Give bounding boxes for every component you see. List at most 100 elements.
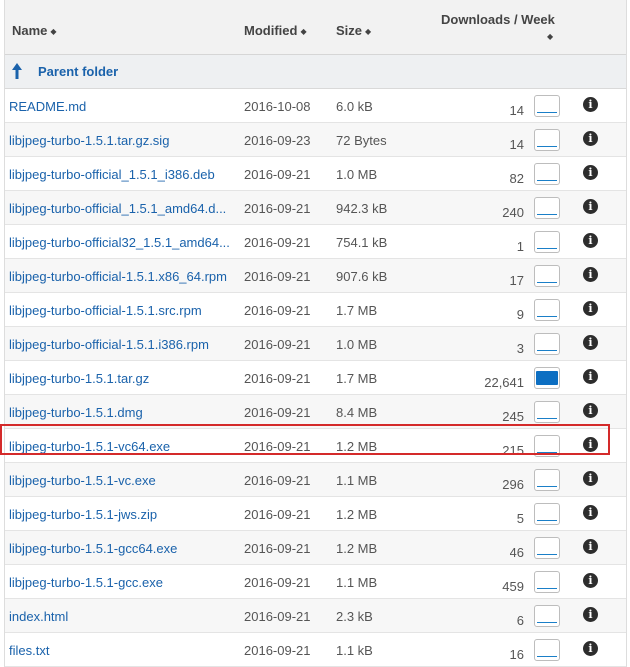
file-row: libjpeg-turbo-1.5.1.tar.gz.sig 2016-09-23…	[5, 123, 626, 157]
info-icon[interactable]: i	[583, 539, 598, 554]
info-icon[interactable]: i	[583, 131, 598, 146]
weekly-downloads: 16	[509, 647, 524, 662]
file-name-link[interactable]: libjpeg-turbo-official-1.5.1.i386.rpm	[9, 337, 237, 352]
weekly-downloads: 459	[502, 579, 524, 594]
file-name-link[interactable]: libjpeg-turbo-1.5.1-gcc.exe	[9, 575, 237, 590]
file-name-link[interactable]: files.txt	[9, 643, 237, 658]
column-header-modified[interactable]: Modified ◆	[244, 23, 307, 38]
column-header-name[interactable]: Name ◆	[12, 23, 57, 38]
downloads-sparkline[interactable]	[534, 469, 560, 491]
downloads-sparkline[interactable]	[534, 197, 560, 219]
file-row: libjpeg-turbo-official-1.5.1.x86_64.rpm 2…	[5, 259, 626, 293]
info-icon[interactable]: i	[583, 403, 598, 418]
file-name-link[interactable]: libjpeg-turbo-official_1.5.1_i386.deb	[9, 167, 237, 182]
info-icon[interactable]: i	[583, 471, 598, 486]
weekly-downloads: 82	[509, 171, 524, 186]
info-icon[interactable]: i	[583, 233, 598, 248]
modified-date: 2016-09-21	[244, 507, 311, 522]
weekly-downloads: 5	[516, 511, 524, 526]
downloads-sparkline[interactable]	[534, 571, 560, 593]
downloads-sparkline[interactable]	[534, 231, 560, 253]
sort-icon: ◆	[300, 27, 307, 36]
sparkline-line	[537, 248, 557, 249]
file-row: libjpeg-turbo-1.5.1.tar.gz 2016-09-21 1.7 …	[5, 361, 626, 395]
downloads-sparkline[interactable]	[534, 299, 560, 321]
downloads-sparkline[interactable]	[534, 333, 560, 355]
file-row: libjpeg-turbo-1.5.1-vc.exe 2016-09-21 1.1 …	[5, 463, 626, 497]
modified-date: 2016-09-21	[244, 371, 311, 386]
downloads-sparkline[interactable]	[534, 435, 560, 457]
modified-date: 2016-09-21	[244, 303, 311, 318]
info-icon[interactable]: i	[583, 369, 598, 384]
sparkline-line	[537, 486, 557, 487]
modified-date: 2016-09-21	[244, 201, 311, 216]
column-header-size[interactable]: Size ◆	[336, 23, 371, 38]
sparkline-line	[537, 554, 557, 555]
sparkline-line	[537, 350, 557, 351]
info-icon[interactable]: i	[583, 165, 598, 180]
sparkline-line	[537, 214, 557, 215]
file-size: 942.3 kB	[336, 201, 388, 216]
weekly-downloads: 22,641	[484, 375, 524, 390]
file-name-link[interactable]: libjpeg-turbo-official_1.5.1_amd64.d...	[9, 201, 237, 216]
info-icon[interactable]: i	[583, 437, 598, 452]
file-name-link[interactable]: libjpeg-turbo-1.5.1.tar.gz	[9, 371, 237, 386]
file-name-link[interactable]: libjpeg-turbo-1.5.1.dmg	[9, 405, 237, 420]
file-name-link[interactable]: libjpeg-turbo-1.5.1-jws.zip	[9, 507, 237, 522]
file-row: README.md 2016-10-08 6.0 kB 14 i	[5, 89, 626, 123]
file-name-link[interactable]: libjpeg-turbo-1.5.1-vc64.exe	[9, 439, 237, 454]
file-name-link[interactable]: libjpeg-turbo-1.5.1-vc.exe	[9, 473, 237, 488]
sparkline-line	[537, 520, 557, 521]
file-size: 1.7 MB	[336, 303, 378, 318]
downloads-sparkline[interactable]	[534, 401, 560, 423]
downloads-sparkline[interactable]	[534, 503, 560, 525]
info-icon[interactable]: i	[583, 573, 598, 588]
table-header: Name ◆ Modified ◆ Size ◆ Downloads / Week ◆	[5, 0, 626, 55]
file-name-link[interactable]: index.html	[9, 609, 237, 624]
file-name-link[interactable]: libjpeg-turbo-official-1.5.1.x86_64.rpm	[9, 269, 237, 284]
file-row: libjpeg-turbo-1.5.1-jws.zip 2016-09-21 1.2…	[5, 497, 626, 531]
file-name-link[interactable]: README.md	[9, 99, 237, 114]
downloads-sparkline[interactable]	[534, 265, 560, 287]
info-icon[interactable]: i	[583, 301, 598, 316]
modified-date: 2016-09-21	[244, 405, 311, 420]
column-header-downloads[interactable]: Downloads / Week ◆	[441, 12, 591, 41]
column-label-downloads: Downloads / Week	[441, 12, 555, 27]
file-row: index.html 2016-09-21 2.3 kB 6 i	[5, 599, 626, 633]
file-size: 1.0 MB	[336, 337, 378, 352]
modified-date: 2016-10-08	[244, 99, 311, 114]
file-name-link[interactable]: libjpeg-turbo-official32_1.5.1_amd64...	[9, 235, 237, 250]
file-list: README.md 2016-10-08 6.0 kB 14 i libjpeg-turb…	[5, 89, 626, 667]
up-arrow-icon	[12, 63, 22, 79]
file-size: 754.1 kB	[336, 235, 388, 250]
weekly-downloads: 17	[509, 273, 524, 288]
downloads-sparkline[interactable]	[534, 605, 560, 627]
weekly-downloads: 14	[509, 103, 524, 118]
sparkline-area	[536, 371, 558, 385]
downloads-sparkline[interactable]	[534, 639, 560, 661]
downloads-sparkline[interactable]	[534, 163, 560, 185]
downloads-sparkline[interactable]	[534, 537, 560, 559]
info-icon[interactable]: i	[583, 97, 598, 112]
column-label-modified: Modified	[244, 23, 298, 38]
modified-date: 2016-09-21	[244, 167, 311, 182]
info-icon[interactable]: i	[583, 641, 598, 656]
downloads-sparkline[interactable]	[534, 95, 560, 117]
file-name-link[interactable]: libjpeg-turbo-1.5.1.tar.gz.sig	[9, 133, 237, 148]
info-icon[interactable]: i	[583, 335, 598, 350]
downloads-sparkline[interactable]	[534, 367, 560, 389]
parent-folder-row[interactable]: Parent folder	[5, 55, 626, 89]
file-name-link[interactable]: libjpeg-turbo-1.5.1-gcc64.exe	[9, 541, 237, 556]
weekly-downloads: 14	[509, 137, 524, 152]
parent-folder-link[interactable]: Parent folder	[38, 64, 118, 79]
downloads-sparkline[interactable]	[534, 129, 560, 151]
weekly-downloads: 240	[502, 205, 524, 220]
info-icon[interactable]: i	[583, 199, 598, 214]
info-icon[interactable]: i	[583, 267, 598, 282]
weekly-downloads: 296	[502, 477, 524, 492]
info-icon[interactable]: i	[583, 607, 598, 622]
file-size: 1.1 kB	[336, 643, 373, 658]
file-name-link[interactable]: libjpeg-turbo-official-1.5.1.src.rpm	[9, 303, 237, 318]
sort-icon: ◆	[365, 27, 372, 36]
info-icon[interactable]: i	[583, 505, 598, 520]
